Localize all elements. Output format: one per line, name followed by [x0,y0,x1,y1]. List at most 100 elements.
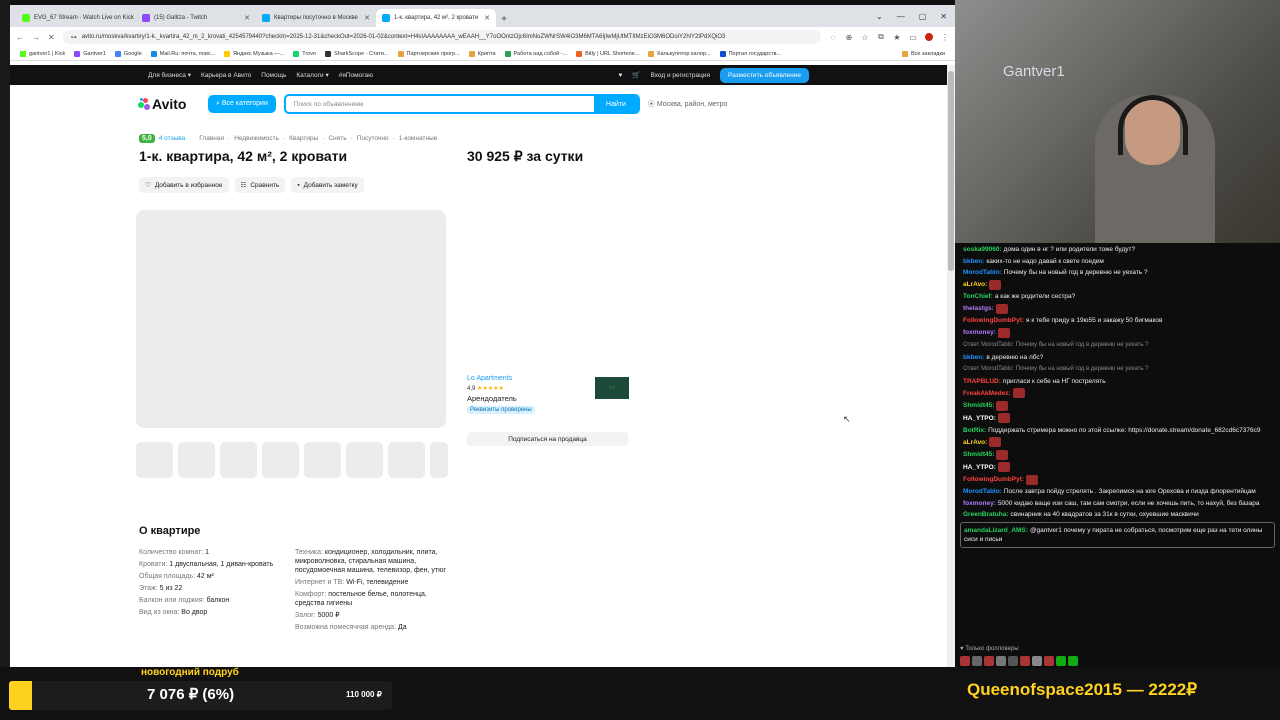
browser-tab-active[interactable]: 1-к. квартира, 42 м², 2 кровати ✕ [376,9,496,27]
photo-thumbnail[interactable] [178,442,215,478]
photo-thumbnail[interactable] [388,442,425,478]
browser-tab[interactable]: Квартиры посуточно в Москве ✕ [256,9,376,27]
nav-link[interactable]: Каталоги ▾ [296,71,328,79]
dropdown-icon[interactable]: ⌄ [876,12,883,21]
bookmark-star-icon[interactable]: ★ [893,33,901,42]
bookmark[interactable]: Trovo [293,50,316,57]
sidebar-icon[interactable]: ▭ [909,33,917,42]
seller-avatar[interactable]: Lo [595,377,629,399]
bookmark[interactable]: Bitly | URL Shortene... [576,50,639,57]
browser-tab[interactable]: EVG_67 Stream - Watch Live on Kick✕ [16,9,136,27]
new-tab-button[interactable]: + [496,11,512,27]
breadcrumb-item[interactable]: Квартиры [289,135,318,142]
chat-username[interactable]: soska99060: [963,246,1002,253]
breadcrumb-item[interactable]: Главная [199,135,224,142]
add-favorite-button[interactable]: ♡ Добавить в избранное [139,177,229,193]
photo-thumbnail[interactable] [136,442,173,478]
back-icon[interactable]: ← [16,33,24,42]
bookmark[interactable]: Mail.Ru: почта, поис... [150,50,215,57]
breadcrumb-item[interactable]: Посуточно [357,135,389,142]
chat-username[interactable]: MorodTablo: [963,269,1002,276]
bookmark-icon [20,50,26,57]
nav-link[interactable]: Для бизнеса ▾ [148,71,191,79]
profile-icon[interactable] [925,33,933,41]
search-input[interactable]: Поиск по объявлениям [286,101,594,108]
heart-icon[interactable]: ♥ [619,72,623,79]
search-button[interactable]: Найти [593,96,638,112]
chat-username[interactable]: aLrAvo: [963,281,987,288]
post-ad-button[interactable]: Разместить объявление [719,67,809,83]
close-icon[interactable]: ✕ [484,14,490,22]
chat-username[interactable]: HA_YTPO: [963,415,996,422]
chat-username[interactable]: HA_YTPO: [963,464,996,471]
zoom-icon[interactable]: ⊕ [845,33,853,42]
bookmark[interactable]: Gantver1 [74,50,106,57]
bookmark[interactable]: gantver1 | Kick [20,50,65,57]
photo-thumbnail[interactable] [346,442,383,478]
bookmark[interactable]: Калькулятор калор... [648,50,711,57]
menu-icon[interactable]: ⋮ [941,33,949,42]
bookmark[interactable]: Яндекс Музыка —... [224,50,284,57]
bookmark[interactable]: Крипта [468,50,496,57]
chat-username[interactable]: TRAPBLUD: [963,378,1001,385]
photo-thumbnail[interactable] [430,442,448,478]
bookmark[interactable]: Партнерские прогр... [397,50,460,57]
extensions-icon[interactable]: ⧉ [877,32,885,41]
search-box[interactable]: Поиск по объявлениям Найти [283,94,640,114]
login-link[interactable]: Вход и регистрация [650,72,710,79]
chat-username[interactable]: TonChief: [963,293,993,300]
photo-thumbnail[interactable] [220,442,257,478]
chat-username[interactable]: BotRix: [963,427,986,434]
reviews-link[interactable]: 4 отзыва [159,135,186,142]
chat-username[interactable]: FollowingDumbPyt: [963,476,1024,483]
nav-link[interactable]: Карьера в Авито [201,72,251,79]
add-note-button[interactable]: ▪ Добавить заметку [291,177,364,193]
url-field[interactable]: ⊶ avito.ru/moskva/kvartiry/1-k._kvartira_… [62,30,821,44]
nav-link[interactable]: Помощь [261,72,286,79]
main-photo-placeholder[interactable] [136,210,446,428]
chat-username[interactable]: Shmidt45: [963,451,994,458]
nav-link[interactable]: #яПомогаю [339,72,373,79]
reload-icon[interactable]: ✕ [48,33,55,42]
close-icon[interactable]: ✕ [244,14,250,22]
page-scrollbar[interactable] [947,65,955,667]
close-window-icon[interactable]: ✕ [940,12,947,21]
chat-username[interactable]: thelastgs: [963,305,994,312]
bookmark[interactable]: Портал государств... [719,50,781,57]
chat-username[interactable]: foxmoney: [963,500,996,507]
site-info-icon[interactable]: ⊶ [71,34,77,41]
bookmark[interactable]: Google [114,50,142,57]
maximize-icon[interactable]: ▢ [919,12,927,21]
chat-username[interactable]: bkben: [963,258,984,265]
browser-tab[interactable]: (15) Galitza - Twitch ✕ [136,9,256,27]
chat-username[interactable]: aLrAvo: [963,439,987,446]
chat-username[interactable]: Shmidt45: [963,402,994,409]
chat-username[interactable]: GreenBratuha: [963,511,1009,518]
forward-icon[interactable]: → [32,33,40,42]
breadcrumb-item[interactable]: 1-комнатные [399,135,438,142]
categories-button[interactable]: ⌕ Все категории [208,95,276,113]
close-icon[interactable]: ✕ [364,14,370,22]
minimize-icon[interactable]: — [897,12,905,21]
compare-button[interactable]: ☷ Сравнить [234,177,286,193]
all-bookmarks[interactable]: Все закладки [901,50,945,57]
chat-username[interactable]: MorodTablo: [963,488,1002,495]
chat-username[interactable]: amandaLizard_AMS: [964,527,1028,534]
avito-logo[interactable]: Avito [138,96,200,112]
breadcrumb-item[interactable]: Недвижимость [234,135,279,142]
photo-thumbnail[interactable] [262,442,299,478]
chat-username[interactable]: FollowingDumbPyt: [963,317,1024,324]
chat-username[interactable]: bkben: [963,354,984,361]
bookmark[interactable]: Работа над собой -... [504,50,567,57]
breadcrumb-item[interactable]: Снять [328,135,346,142]
eye-off-icon[interactable]: ◌ [829,33,837,42]
chat-username[interactable]: FreakAkMedez: [963,390,1011,397]
scroll-thumb[interactable] [948,71,954,271]
chat-username[interactable]: foxmoney: [963,329,996,336]
location-selector[interactable]: ⦿ Москва, район, метро [648,99,728,109]
star-icon[interactable]: ☆ [861,33,869,42]
cart-icon[interactable]: 🛒 [632,71,640,79]
subscribe-seller-button[interactable]: Подписаться на продавца [467,432,628,446]
photo-thumbnail[interactable] [304,442,341,478]
bookmark[interactable]: SharkScope - Стати... [325,50,389,57]
